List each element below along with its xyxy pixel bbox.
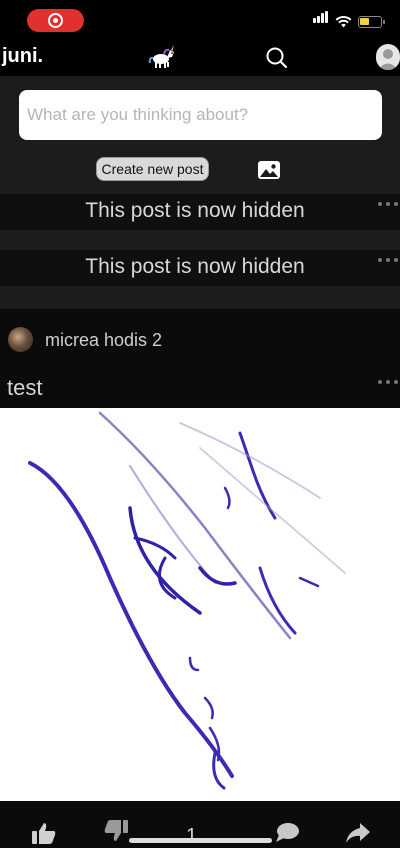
battery-low-icon: [358, 16, 385, 28]
screen-record-indicator[interactable]: [27, 9, 84, 32]
app-bar: juni.: [0, 40, 400, 76]
thumbs-down-icon[interactable]: [103, 819, 129, 843]
post-composer: Create new post: [0, 76, 400, 194]
post-score: 1: [186, 825, 198, 847]
hidden-post-text: This post is now hidden: [85, 255, 305, 278]
post-image[interactable]: [0, 408, 400, 801]
author-name[interactable]: micrea hodis 2: [45, 330, 162, 351]
screen-record-icon: [48, 13, 63, 28]
feed-divider: [0, 286, 400, 309]
user-avatar-icon[interactable]: [376, 44, 400, 70]
search-icon[interactable]: [264, 45, 290, 71]
hidden-post-notice: This post is now hidden: [0, 250, 400, 286]
create-post-button[interactable]: Create new post: [96, 157, 209, 181]
wifi-icon: [335, 15, 352, 28]
hidden-post-notice: This post is now hidden: [0, 194, 400, 230]
share-icon[interactable]: [345, 821, 371, 845]
image-upload-icon[interactable]: [257, 160, 281, 180]
cellular-signal-icon: [313, 10, 329, 28]
unicorn-icon[interactable]: [148, 44, 176, 70]
more-options-icon[interactable]: [378, 380, 398, 386]
feed-divider: [0, 230, 400, 250]
more-options-icon[interactable]: [378, 202, 398, 208]
new-post-input[interactable]: [19, 90, 382, 140]
hidden-post-text: This post is now hidden: [85, 199, 305, 222]
home-indicator[interactable]: [129, 838, 272, 843]
status-bar: [0, 0, 400, 40]
comment-icon[interactable]: [274, 821, 300, 845]
app-brand[interactable]: juni.: [2, 45, 43, 68]
author-avatar[interactable]: [8, 327, 33, 352]
status-icons: [313, 11, 385, 28]
post-title: test: [7, 375, 43, 400]
more-options-icon[interactable]: [378, 258, 398, 264]
thumbs-up-icon[interactable]: [31, 821, 57, 845]
feed-post: micrea hodis 2 test 1: [0, 309, 400, 848]
